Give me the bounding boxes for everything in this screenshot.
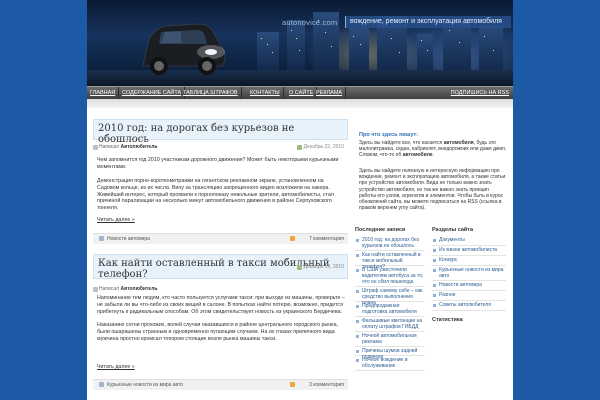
author-label: Написал: [99, 286, 120, 292]
page-wrapper: autonovice.com вождение, ремонт и эксплу…: [87, 0, 513, 400]
city-building: [287, 20, 305, 72]
categories-title: Разделы сайта: [432, 227, 474, 233]
user-icon: [93, 145, 98, 150]
recent-post-link[interactable]: Как найти оставленный в такси мобильный …: [355, 252, 425, 270]
recent-post-link[interactable]: Фальшивые квитанции на оплату штрафов ГИ…: [355, 318, 425, 332]
post-article: 2010 год: на дорогах без курьезов не обо…: [93, 119, 348, 251]
calendar-icon: [296, 265, 302, 270]
post-title-box: 2010 год: на дорогах без курьезов не обо…: [93, 119, 348, 145]
recent-post-link[interactable]: Причины шумов задней подвески: [355, 348, 425, 360]
post-category[interactable]: Новости автомира: [107, 236, 150, 242]
city-building: [479, 26, 503, 72]
author-label: Написал: [99, 144, 120, 150]
author-name[interactable]: Автолюбитель: [120, 286, 157, 292]
category-link[interactable]: Новости автомира: [432, 282, 506, 291]
city-building: [257, 32, 279, 72]
city-building: [417, 34, 433, 72]
post-paragraph: Напоминание тем людям, кто часто пользуе…: [97, 295, 345, 315]
post-article: Как найти оставленный в такси мобильный …: [93, 254, 348, 400]
comment-icon: [290, 236, 295, 241]
category-link[interactable]: Из жизни автомобилиста: [432, 247, 506, 256]
folder-icon: [99, 236, 104, 241]
recent-post-link[interactable]: В США ужесточили водителям автобуса за т…: [355, 267, 425, 287]
about-title: Про что здесь пишут:: [359, 132, 419, 138]
recent-post-link[interactable]: Штраф самому себе – как средство выполне…: [355, 288, 425, 306]
nav-item-ads[interactable]: РЕКЛАМА: [313, 87, 347, 99]
category-link[interactable]: Советы автолюбителя: [432, 302, 506, 311]
city-building: [349, 28, 369, 72]
post-footer: Курьезные новости из мира авто 3 коммент…: [93, 379, 348, 390]
post-comments[interactable]: 3 комментария: [309, 382, 344, 388]
post-title[interactable]: Как найти оставленный в такси мобильный …: [98, 258, 338, 280]
recent-post-link[interactable]: Ночное вождение и обслуживание: [355, 357, 425, 371]
read-more-link[interactable]: Читать далее »: [97, 364, 135, 370]
sub-navigation-bar: [87, 99, 513, 108]
suv-car-image: [142, 23, 226, 75]
comment-icon: [290, 382, 295, 387]
about-text-intro: Здесь вы найдете все, что касается автом…: [359, 140, 507, 159]
recent-post-link[interactable]: Предпродажная подготовка автомобиля: [355, 303, 425, 317]
read-more-link[interactable]: Читать далее »: [97, 217, 135, 223]
post-paragraph: Наказанию сотни прохожих, волей случая о…: [97, 322, 339, 342]
main-navigation: ГЛАВНАЯ СОДЕРЖАНИЕ САЙТА ТАБЛИЦА ШТРАФОВ…: [87, 86, 513, 99]
category-link[interactable]: Разное: [432, 292, 506, 301]
post-comments[interactable]: 7 комментария: [309, 236, 344, 242]
post-meta: Написал Автолюбитель: [93, 144, 157, 152]
post-category[interactable]: Курьезные новости из мира авто: [107, 382, 183, 388]
nav-item-contents[interactable]: СОДЕРЖАНИЕ САЙТА: [119, 87, 186, 99]
header-banner: autonovice.com вождение, ремонт и эксплу…: [87, 0, 513, 86]
post-title[interactable]: 2010 год: на дорогах без курьезов не обо…: [98, 123, 347, 145]
city-building: [443, 22, 471, 72]
author-name[interactable]: Автолюбитель: [120, 144, 157, 150]
calendar-icon: [296, 145, 302, 150]
about-text-bold: автомобиле: [402, 152, 433, 159]
site-description: вождение, ремонт и эксплуатация автомоби…: [345, 16, 511, 28]
category-link[interactable]: Документы: [432, 237, 506, 246]
about-text-part: .: [432, 152, 434, 159]
post-paragraph: Чем запомнится год 2010 участникам дорож…: [97, 157, 339, 170]
recent-post-link[interactable]: 2010 год: на дорогах без курьезов не обо…: [355, 237, 425, 251]
post-meta: Написал Автолюбитель: [93, 286, 354, 294]
about-text-bold: автомобиля: [443, 140, 474, 146]
about-box: Про что здесь пишут: Здесь вы найдете вс…: [355, 118, 509, 211]
recent-posts-title: Последние записи: [355, 227, 406, 233]
post-date: Декабрь 19, 2010: [296, 264, 344, 270]
nav-item-home[interactable]: ГЛАВНАЯ: [87, 87, 120, 99]
statistics-title: Статистика: [432, 317, 463, 323]
post-date: Декабрь 22, 2010: [296, 144, 344, 150]
recent-post-link[interactable]: Ночной автомобильная реклама: [355, 333, 425, 347]
folder-icon: [99, 382, 104, 387]
about-text-details: Здесь вы найдете полезную и интересную и…: [359, 168, 506, 212]
post-paragraph: Демонстрация порно-короткометражки на ги…: [97, 178, 334, 212]
post-date-text: Декабрь 22, 2010: [303, 144, 344, 150]
about-text-part: Здесь вы найдете все, что касается: [359, 140, 444, 146]
nav-item-fines-table[interactable]: ТАБЛИЦА ШТРАФОВ: [180, 87, 242, 99]
site-name[interactable]: autonovice.com: [282, 18, 337, 27]
post-footer: Новости автомира 7 комментария: [93, 233, 348, 244]
user-icon: [93, 287, 98, 292]
post-date-text: Декабрь 19, 2010: [303, 264, 344, 270]
nav-item-contacts[interactable]: КОНТАКТЫ: [247, 87, 284, 99]
category-link[interactable]: Курьезные новости из мира авто: [432, 267, 506, 281]
category-link[interactable]: Конкурс: [432, 257, 506, 266]
nav-rss-link[interactable]: ПОДПИШИСЬ НА RSS: [451, 87, 509, 99]
